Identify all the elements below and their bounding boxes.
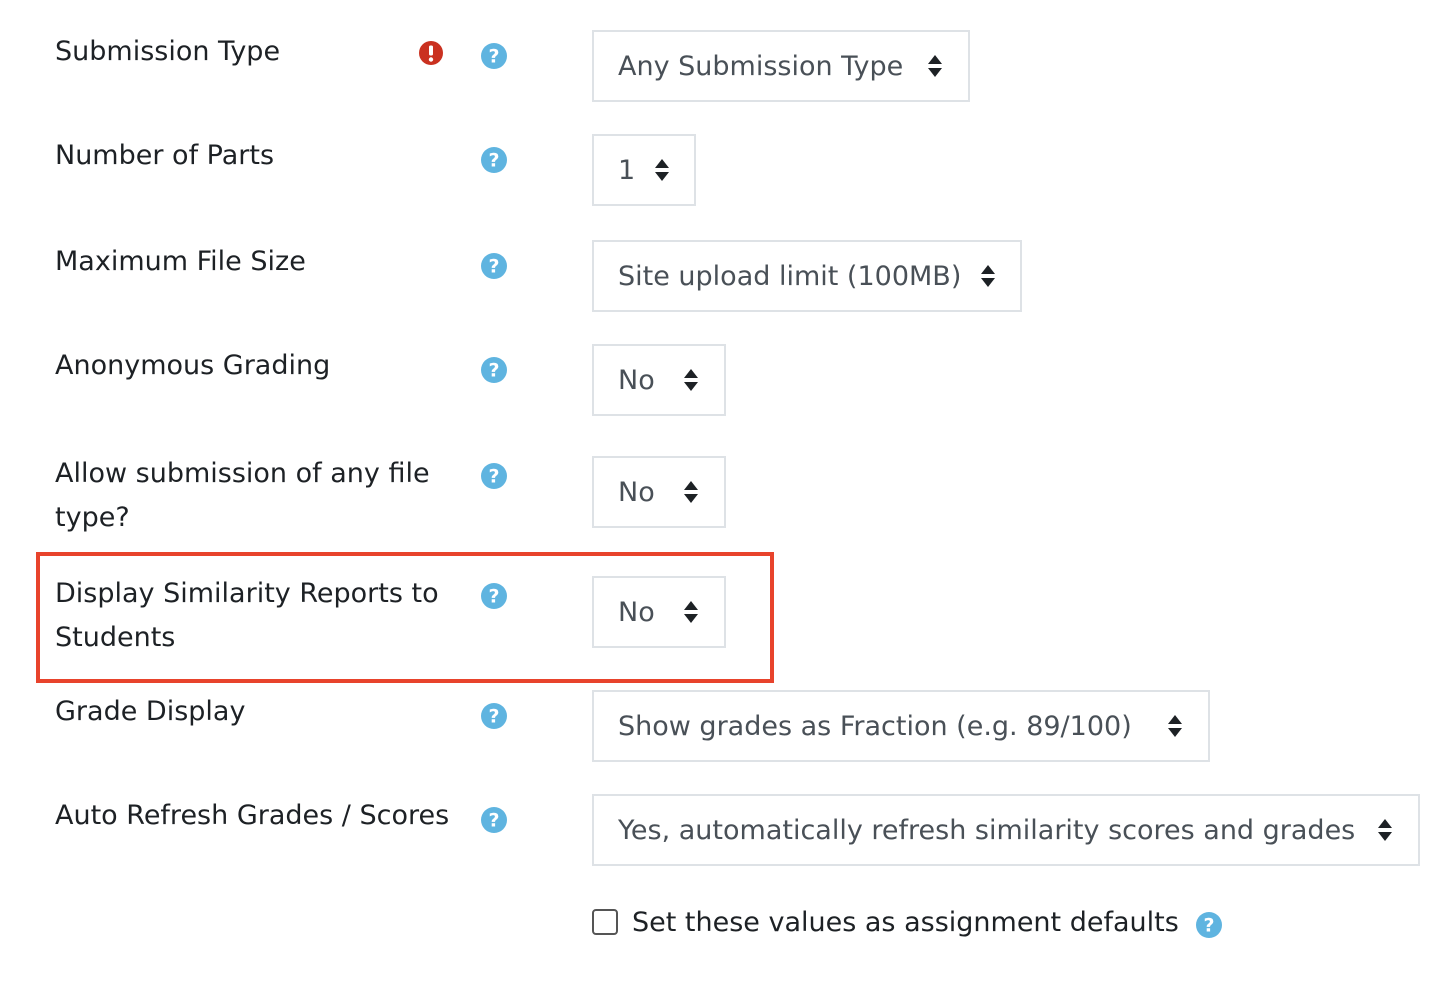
- sort-arrows-icon: [664, 599, 700, 625]
- svg-text:?: ?: [488, 256, 499, 278]
- display-similarity-value: No: [618, 596, 655, 628]
- turnitin-settings-form: Submission Type ? Any Submission Type Nu…: [0, 0, 1454, 986]
- svg-text:?: ?: [488, 150, 499, 172]
- grade-display-label: Grade Display: [55, 696, 246, 727]
- question-circle-icon[interactable]: ?: [480, 356, 508, 384]
- defaults-checkbox[interactable]: [592, 909, 618, 935]
- anonymous-grading-label: Anonymous Grading: [55, 350, 331, 381]
- question-circle-icon[interactable]: ?: [480, 702, 508, 730]
- allow-any-file-label-line2: type?: [55, 502, 130, 533]
- sort-arrows-icon: [664, 479, 700, 505]
- max-file-size-select[interactable]: Site upload limit (100MB): [592, 240, 1022, 312]
- question-circle-icon[interactable]: ?: [480, 462, 508, 490]
- grade-display-select[interactable]: Show grades as Fraction (e.g. 89/100): [592, 690, 1210, 762]
- required-icon: [417, 39, 445, 67]
- number-of-parts-label: Number of Parts: [55, 140, 275, 171]
- grade-display-value: Show grades as Fraction (e.g. 89/100): [618, 710, 1132, 742]
- allow-any-file-label-line1: Allow submission of any file: [55, 458, 430, 489]
- number-of-parts-select[interactable]: 1: [592, 134, 696, 206]
- sort-arrows-icon: [1148, 713, 1184, 739]
- defaults-checkbox-row: Set these values as assignment defaults …: [592, 900, 1223, 944]
- display-similarity-label-line1: Display Similarity Reports to: [55, 578, 439, 609]
- auto-refresh-select[interactable]: Yes, automatically refresh similarity sc…: [592, 794, 1420, 866]
- svg-text:?: ?: [488, 360, 499, 382]
- anonymous-grading-value: No: [618, 364, 655, 396]
- sort-arrows-icon: [1358, 817, 1394, 843]
- svg-text:?: ?: [488, 586, 499, 608]
- submission-type-label: Submission Type: [55, 36, 281, 67]
- sort-arrows-icon: [961, 263, 996, 289]
- sort-arrows-icon: [635, 157, 670, 183]
- number-of-parts-value: 1: [618, 154, 636, 186]
- svg-text:?: ?: [488, 46, 499, 68]
- question-circle-icon[interactable]: ?: [480, 806, 508, 834]
- display-similarity-select[interactable]: No: [592, 576, 726, 648]
- svg-text:?: ?: [488, 810, 499, 832]
- svg-text:?: ?: [488, 466, 499, 488]
- submission-type-select[interactable]: Any Submission Type: [592, 30, 970, 102]
- allow-any-file-label: Allow submission of any file type?: [55, 452, 455, 540]
- display-similarity-label-line2: Students: [55, 622, 176, 653]
- sort-arrows-icon: [664, 367, 700, 393]
- display-similarity-label: Display Similarity Reports to Students: [55, 572, 455, 660]
- question-circle-icon[interactable]: ?: [480, 146, 508, 174]
- defaults-checkbox-label[interactable]: Set these values as assignment defaults: [632, 907, 1179, 938]
- auto-refresh-value: Yes, automatically refresh similarity sc…: [618, 814, 1356, 846]
- question-circle-icon[interactable]: ?: [1195, 911, 1223, 939]
- anonymous-grading-select[interactable]: No: [592, 344, 726, 416]
- question-circle-icon[interactable]: ?: [480, 582, 508, 610]
- question-circle-icon[interactable]: ?: [480, 42, 508, 70]
- sort-arrows-icon: [908, 53, 944, 79]
- allow-any-file-value: No: [618, 476, 655, 508]
- submission-type-value: Any Submission Type: [618, 50, 904, 82]
- max-file-size-value: Site upload limit (100MB): [618, 260, 962, 292]
- question-circle-icon[interactable]: ?: [480, 252, 508, 280]
- auto-refresh-label: Auto Refresh Grades / Scores: [55, 800, 450, 831]
- svg-text:?: ?: [488, 706, 499, 728]
- allow-any-file-select[interactable]: No: [592, 456, 726, 528]
- max-file-size-label: Maximum File Size: [55, 246, 306, 277]
- svg-text:?: ?: [1203, 915, 1214, 937]
